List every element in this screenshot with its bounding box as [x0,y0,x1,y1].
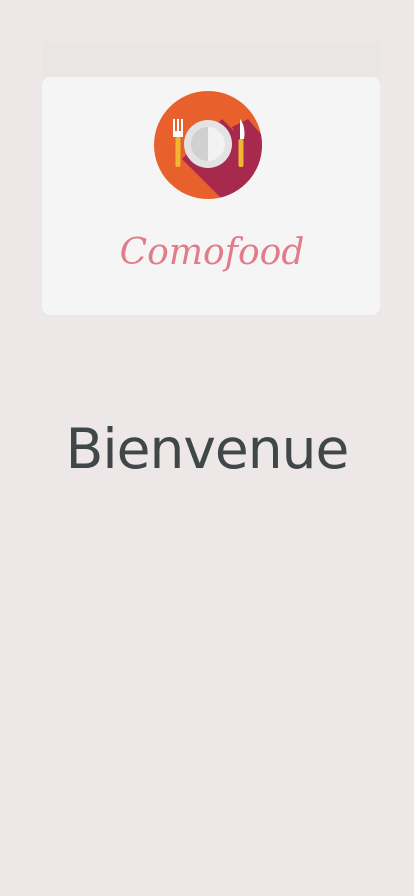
brand-wordmark: Comofood [120,232,305,273]
logo-frame: Comofood [42,42,380,315]
brand-name: Comofood [120,232,305,273]
logo-card: Comofood [42,77,380,315]
welcome-title: Bienvenue [65,417,350,481]
plate-fork-knife-icon [154,91,262,199]
